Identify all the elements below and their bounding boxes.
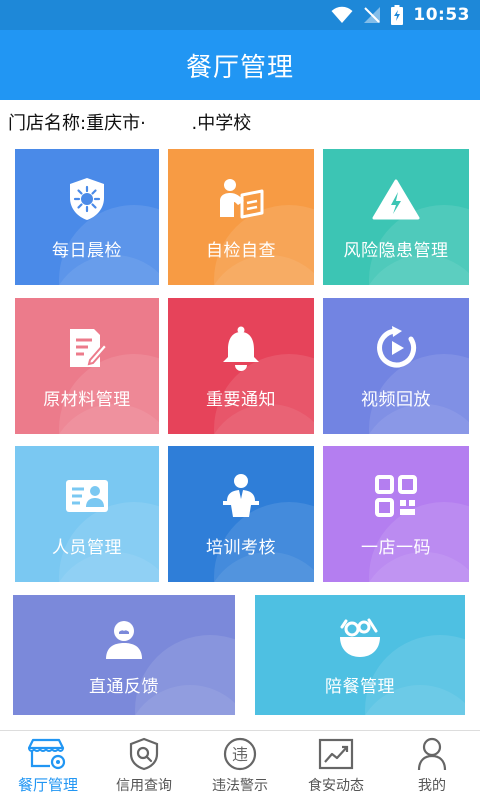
battery-charging-icon [391, 5, 404, 25]
violation-icon: 违 [223, 737, 257, 771]
tile-important-notice[interactable]: 重要通知 [168, 298, 314, 434]
tile-training-assessment[interactable]: 培训考核 [168, 446, 314, 582]
tile-direct-feedback[interactable]: 直通反馈 [13, 595, 235, 715]
tile-self-inspection[interactable]: 自检自查 [168, 149, 314, 285]
nav-label: 餐厅管理 [17, 776, 78, 794]
nav-food-safety-news[interactable]: 食安动态 [288, 731, 384, 800]
tile-label: 视频回放 [361, 389, 431, 410]
tile-label: 重要通知 [206, 389, 276, 410]
person-icon [417, 737, 447, 771]
nav-label: 违法警示 [212, 777, 268, 794]
trend-chart-icon [318, 737, 354, 771]
tile-store-qr-code[interactable]: 一店一码 [323, 446, 469, 582]
bottom-navigation: 餐厅管理 信用查询 违 违法警示 食安动态 我的 [0, 730, 480, 800]
nav-restaurant-management[interactable]: 餐厅管理 [0, 731, 96, 800]
id-card-icon [64, 471, 110, 521]
tile-label: 人员管理 [52, 537, 122, 558]
store-gear-icon [28, 736, 68, 770]
tile-label: 自检自查 [206, 240, 276, 261]
nav-label: 食安动态 [308, 777, 364, 794]
page-title: 餐厅管理 [185, 52, 294, 83]
tile-label: 一店一码 [361, 537, 431, 558]
warning-bolt-icon [372, 174, 420, 224]
feature-grid: 每日晨检 自检自查 风险隐患管理 原材料管理 重要通知 视频回放 人员管理 培训… [0, 144, 480, 730]
tile-video-replay[interactable]: 视频回放 [323, 298, 469, 434]
nav-label: 我的 [418, 777, 446, 794]
person-writing-icon [216, 174, 266, 224]
tile-daily-check[interactable]: 每日晨检 [15, 149, 159, 285]
video-replay-icon [373, 323, 419, 373]
app-header: 餐厅管理 [0, 30, 480, 100]
clock: 10:53 [413, 5, 470, 25]
tile-risk-management[interactable]: 风险隐患管理 [323, 149, 469, 285]
tile-label: 风险隐患管理 [343, 240, 449, 261]
tile-accompany-meal[interactable]: 陪餐管理 [255, 595, 465, 715]
nav-credit-query[interactable]: 信用查询 [96, 731, 192, 800]
lecturer-icon [219, 471, 263, 521]
store-name-row: 门店名称:重庆市· .中学校 [0, 100, 480, 144]
status-bar: 10:53 [0, 0, 480, 30]
shield-search-icon [128, 737, 160, 771]
bell-icon [219, 323, 263, 373]
tile-label: 陪餐管理 [325, 676, 395, 697]
store-name: 门店名称:重庆市· .中学校 [8, 113, 252, 134]
svg-text:违: 违 [232, 745, 248, 764]
shield-virus-icon [67, 174, 107, 224]
tile-label: 直通反馈 [89, 676, 159, 697]
tile-label: 原材料管理 [43, 389, 131, 410]
nav-label: 信用查询 [116, 777, 172, 794]
qr-code-icon [374, 471, 418, 521]
tile-staff-management[interactable]: 人员管理 [15, 446, 159, 582]
nav-violation-warning[interactable]: 违 违法警示 [192, 731, 288, 800]
nav-mine[interactable]: 我的 [384, 731, 480, 800]
user-feedback-icon [102, 614, 146, 664]
tile-label: 培训考核 [206, 537, 276, 558]
document-edit-icon [66, 323, 108, 373]
wifi-icon [331, 6, 353, 24]
no-signal-icon [363, 6, 381, 24]
tile-label: 每日晨检 [52, 240, 122, 261]
tile-raw-materials[interactable]: 原材料管理 [15, 298, 159, 434]
salad-bowl-icon [336, 614, 384, 664]
